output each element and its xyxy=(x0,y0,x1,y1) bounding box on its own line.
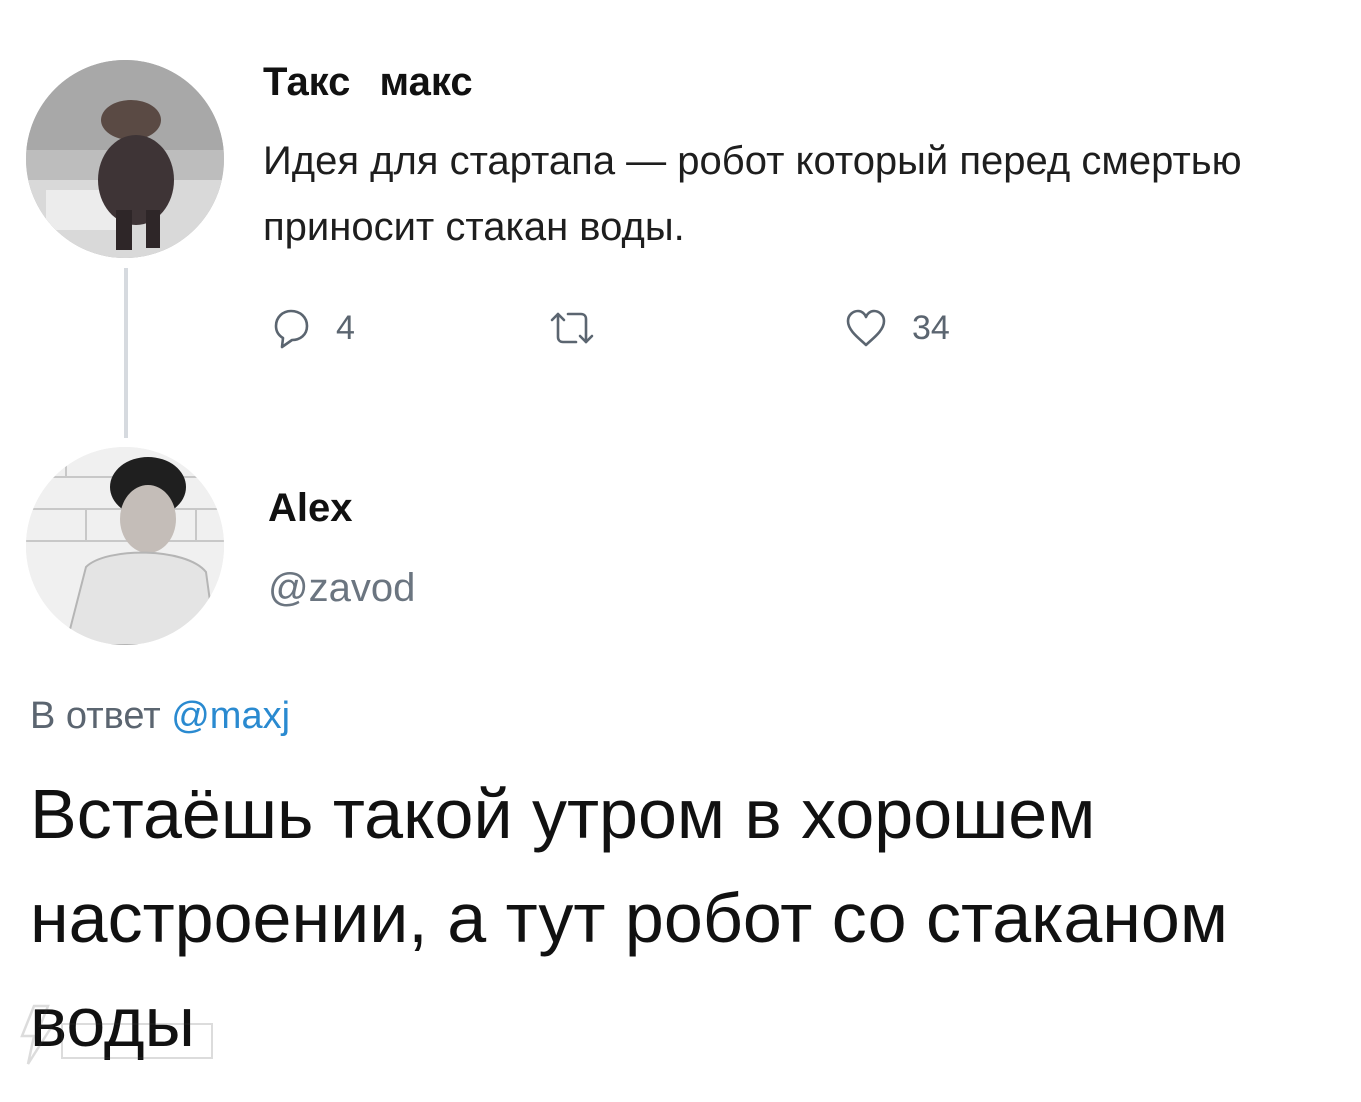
avatar-photo-dog xyxy=(26,60,224,258)
retweet-icon xyxy=(546,305,598,351)
parent-author-name[interactable]: Такс макс xyxy=(263,60,473,105)
avatar-photo-man xyxy=(26,447,224,645)
thread-connector-line xyxy=(124,268,128,438)
reply-to-line: В ответ @maxj xyxy=(30,695,290,738)
reply-count: 4 xyxy=(336,308,355,347)
watermark-logo xyxy=(18,1002,218,1073)
heart-icon xyxy=(842,305,890,351)
like-action[interactable]: 34 xyxy=(842,305,950,351)
reply-action[interactable]: 4 xyxy=(268,305,355,351)
parent-author-avatar[interactable] xyxy=(26,60,224,258)
reply-icon xyxy=(268,305,314,351)
reply-to-mention-link[interactable]: @maxj xyxy=(171,695,290,737)
reply-author-name[interactable]: Alex xyxy=(268,486,353,531)
retweet-action[interactable] xyxy=(546,305,598,351)
reply-author-avatar[interactable] xyxy=(26,447,224,645)
reply-author-handle[interactable]: @zavod xyxy=(268,566,415,611)
like-count: 34 xyxy=(912,308,950,347)
reply-to-prefix: В ответ xyxy=(30,695,161,737)
parent-tweet-text: Идея для стартапа — робот который перед … xyxy=(263,139,1242,249)
reply-tweet-text: Встаёшь такой утром в хорошем настроении… xyxy=(30,775,1228,1061)
